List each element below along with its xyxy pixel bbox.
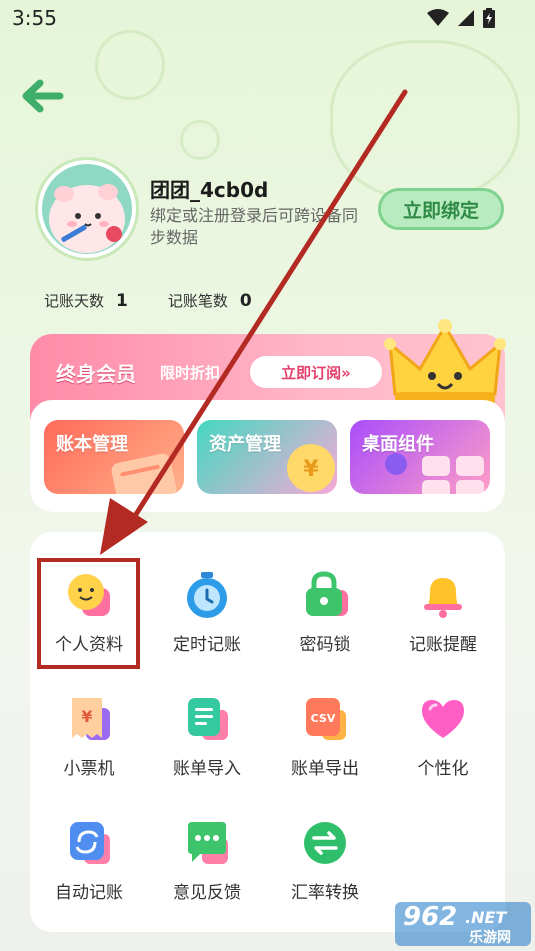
watermark-name: 乐游网 (469, 930, 511, 946)
stat-value: 0 (239, 291, 252, 311)
grid-label: 定时记账 (173, 635, 241, 655)
grid-item-personalize[interactable]: 个性化 (388, 682, 498, 792)
arrow-left-icon (22, 79, 64, 113)
grid-item-feedback[interactable]: 意见反馈 (152, 806, 262, 916)
crown-icon (384, 319, 506, 406)
subscribe-button[interactable]: 立即订阅» (250, 356, 382, 388)
vip-subtitle: 限时折扣 (160, 364, 221, 382)
grid-label: 个性化 (417, 759, 469, 779)
grid-label: 记账提醒 (409, 635, 477, 655)
back-button[interactable] (18, 74, 66, 118)
background-doodle (95, 30, 165, 100)
coin-symbol: ¥ (303, 457, 319, 482)
widget-grid-icon (385, 453, 484, 494)
stopwatch-icon (187, 572, 227, 618)
import-document-icon (188, 698, 228, 740)
highlight-box (37, 558, 140, 669)
grid-item-bill-export[interactable]: CSV 账单导出 (270, 682, 380, 792)
grid-item-receipt-printer[interactable]: ¥ 小票机 (34, 682, 144, 792)
grid-item-scheduled-entry[interactable]: 定时记账 (152, 558, 262, 668)
grid-item-reminder[interactable]: 记账提醒 (388, 558, 498, 668)
status-icons (427, 8, 495, 28)
grid-label: 自动记账 (55, 883, 123, 903)
username: 团团_4cb0d (150, 178, 269, 202)
stat-entries: 记账笔数 0 (168, 290, 252, 311)
vip-title: 终身会员 (56, 362, 136, 386)
background-doodle (330, 40, 520, 200)
status-time: 3:55 (12, 6, 57, 30)
exchange-icon (304, 822, 346, 864)
signal-icon (458, 10, 474, 26)
watermark-number: 962 (403, 902, 458, 932)
feature-label: 资产管理 (209, 434, 281, 455)
grid-item-bill-import[interactable]: 账单导入 (152, 682, 262, 792)
vip-card[interactable]: 终身会员 限时折扣 立即订阅» 账本管理 资产管理 ¥ 桌面组件 (30, 319, 506, 512)
grid-item-currency-converter[interactable]: 汇率转换 (270, 806, 380, 916)
receipt-icon: ¥ (72, 698, 110, 740)
notebook-icon (111, 453, 177, 494)
bind-hint-text: 绑定或注册登录后可跨设备同步数据 (150, 206, 359, 247)
vip-features-panel: 账本管理 资产管理 ¥ 桌面组件 (30, 400, 505, 512)
ledger-management-card[interactable]: 账本管理 (44, 420, 184, 494)
heart-icon (422, 700, 464, 738)
stat-days: 记账天数 1 (44, 290, 128, 311)
watermark-logo: 962 .NET 乐游网 (395, 900, 531, 948)
grid-label: 汇率转换 (291, 883, 359, 903)
grid-label: 账单导出 (291, 759, 359, 779)
background-doodle (180, 120, 220, 160)
watermark-suffix: .NET (465, 908, 507, 927)
bell-icon (424, 578, 462, 618)
status-bar: 3:55 (0, 0, 535, 36)
coin-icon: ¥ (287, 444, 335, 492)
lock-icon (306, 571, 348, 616)
grid-label: 账单导入 (173, 759, 241, 779)
asset-management-card[interactable]: 资产管理 ¥ (197, 420, 337, 494)
avatar[interactable] (38, 160, 136, 258)
stats-row: 记账天数 1 记账笔数 0 (44, 290, 252, 311)
receipt-symbol: ¥ (81, 707, 92, 726)
chat-bubble-icon (188, 822, 228, 864)
csv-export-icon: CSV (306, 698, 346, 740)
battery-icon (483, 8, 495, 28)
avatar-hamster-image (42, 164, 132, 254)
stat-value: 1 (116, 291, 128, 311)
grid-item-password-lock[interactable]: 密码锁 (270, 558, 380, 668)
grid-item-auto-entry[interactable]: 自动记账 (34, 806, 144, 916)
bind-now-button[interactable]: 立即绑定 (378, 188, 504, 230)
grid-label: 小票机 (63, 759, 115, 779)
auto-refresh-icon (70, 822, 110, 864)
grid-label: 密码锁 (299, 635, 351, 655)
csv-label: CSV (311, 712, 336, 725)
grid-label: 意见反馈 (173, 883, 241, 903)
desktop-widget-card[interactable]: 桌面组件 (350, 420, 490, 494)
wifi-icon (427, 9, 449, 26)
stat-label: 记账笔数 (167, 292, 228, 310)
stat-label: 记账天数 (44, 292, 105, 310)
